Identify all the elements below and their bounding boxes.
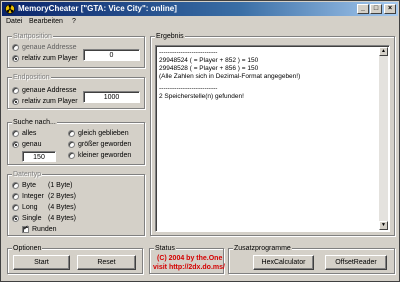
result-legend: Ergebnis <box>155 32 185 41</box>
end-value-input[interactable]: 1000 <box>83 91 140 103</box>
options-legend: Optionen <box>12 244 43 253</box>
minimize-button[interactable]: _ <box>357 4 369 14</box>
type-byte-radio[interactable] <box>12 182 19 189</box>
result-line: --------------------------- <box>159 49 218 56</box>
result-line: 29948528 ( = Player + 856 ) = 150 <box>159 65 259 72</box>
title-bar[interactable]: MemoryCheater ["GTA: Vice City": online]… <box>2 2 398 16</box>
close-button[interactable]: × <box>384 4 396 14</box>
search-group: Suche nach... alles genau 150 gleich geb… <box>7 118 145 165</box>
scroll-up-icon[interactable]: ▲ <box>379 47 388 56</box>
result-line: --------------------------- <box>159 85 218 92</box>
endposition-legend: Endposition <box>12 73 51 82</box>
search-smaller-label: kleiner geworden <box>78 152 132 159</box>
search-bigger-radio[interactable] <box>68 141 75 148</box>
type-integer-label: Integer <box>22 193 44 200</box>
search-all-radio[interactable] <box>12 130 19 137</box>
search-value-input[interactable]: 150 <box>22 151 56 162</box>
result-textarea[interactable]: --------------------------- 29948524 ( =… <box>155 45 390 232</box>
search-smaller-radio[interactable] <box>68 152 75 159</box>
end-absolute-label: genaue Addresse <box>22 87 77 94</box>
start-relative-label: relativ zum Player <box>22 55 78 62</box>
menu-help[interactable]: ? <box>72 17 76 26</box>
type-byte-size: (1 Byte) <box>48 182 73 189</box>
type-integer-size: (2 Bytes) <box>48 193 77 200</box>
search-exact-radio[interactable] <box>12 141 19 148</box>
checkmark-icon: ✓ <box>23 225 29 232</box>
search-legend: Suche nach... <box>12 118 57 127</box>
extras-legend: Zusatzprogramme <box>233 244 292 253</box>
result-scrollbar[interactable]: ▲ ▼ <box>379 47 388 230</box>
type-byte-label: Byte <box>22 182 37 189</box>
type-single-radio[interactable] <box>12 215 19 222</box>
result-group: Ergebnis --------------------------- 299… <box>150 32 395 236</box>
options-group: Optionen Start Reset <box>7 244 143 274</box>
maximize-button[interactable]: □ <box>370 4 382 14</box>
start-value-input[interactable]: 0 <box>83 49 140 61</box>
end-relative-radio[interactable] <box>12 98 19 105</box>
status-legend: Status <box>154 244 176 253</box>
offset-reader-button[interactable]: OffsetReader <box>325 255 387 270</box>
reset-button[interactable]: Reset <box>77 255 136 270</box>
result-line: (Alle Zahlen sich in Dezimal-Format ange… <box>159 73 301 80</box>
round-label: Runden <box>32 226 57 233</box>
startposition-group: Startposition genaue Addresse relativ zu… <box>7 32 145 68</box>
start-relative-radio[interactable] <box>12 55 19 62</box>
end-absolute-radio[interactable] <box>12 87 19 94</box>
start-absolute-label: genaue Addresse <box>22 44 77 51</box>
start-absolute-radio[interactable] <box>12 44 19 51</box>
result-line: 2 Speicherstelle(n) gefunden! <box>159 93 244 100</box>
main-window: MemoryCheater ["GTA: Vice City": online]… <box>0 0 400 282</box>
type-single-label: Single <box>22 215 42 222</box>
round-checkbox[interactable]: ✓ <box>22 225 29 233</box>
hex-calculator-button[interactable]: HexCalculator <box>253 255 314 270</box>
datatype-group: Datentyp Byte (1 Byte) Integer (2 Bytes)… <box>7 170 145 236</box>
app-icon <box>5 4 15 14</box>
start-button[interactable]: Start <box>13 255 70 270</box>
window-title: MemoryCheater ["GTA: Vice City": online] <box>18 4 177 13</box>
menu-bearbeiten[interactable]: Bearbeiten <box>29 17 63 26</box>
endposition-group: Endposition genaue Addresse relativ zum … <box>7 73 145 109</box>
type-single-size: (4 Bytes) <box>48 215 77 222</box>
type-long-size: (4 Bytes) <box>48 204 77 211</box>
menu-datei[interactable]: Datei <box>6 17 22 26</box>
scroll-down-icon[interactable]: ▼ <box>379 221 388 230</box>
type-long-label: Long <box>22 204 38 211</box>
datatype-legend: Datentyp <box>12 170 43 179</box>
search-same-label: gleich geblieben <box>78 130 129 137</box>
result-line: 29948524 ( = Player + 852 ) = 150 <box>159 57 259 64</box>
search-exact-label: genau <box>22 141 42 148</box>
search-bigger-label: größer geworden <box>78 141 132 148</box>
end-relative-label: relativ zum Player <box>22 98 78 105</box>
type-long-radio[interactable] <box>12 204 19 211</box>
type-integer-radio[interactable] <box>12 193 19 200</box>
copyright-text: (C) 2004 by the.One <box>157 255 223 262</box>
search-all-label: alles <box>22 130 37 137</box>
startposition-legend: Startposition <box>12 32 53 41</box>
menu-bar: Datei Bearbeiten ? <box>2 16 398 27</box>
extras-group: Zusatzprogramme HexCalculator OffsetRead… <box>228 244 395 274</box>
status-group: Status (C) 2004 by the.One visit http://… <box>149 244 225 274</box>
website-link[interactable]: visit http://2dx.do.ms/ <box>153 263 225 272</box>
search-same-radio[interactable] <box>68 130 75 137</box>
